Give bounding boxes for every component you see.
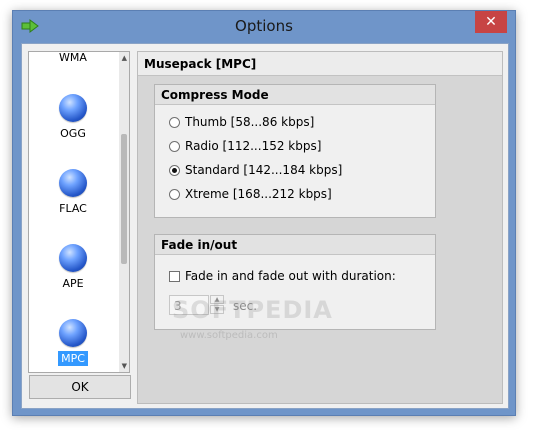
compress-mode-title: Compress Mode [155,85,435,105]
format-label: WMA [59,51,87,64]
list-item-flac[interactable]: FLAC [29,169,117,216]
format-ball-icon [59,244,87,272]
format-list[interactable]: WMA OGG FLAC APE MPC ▲ ▼ [28,51,130,373]
format-label: OGG [60,127,86,140]
scroll-down-icon[interactable]: ▼ [122,362,127,370]
radio-label: Thumb [58...86 kbps] [185,115,315,129]
panel-title: Musepack [MPC] [138,52,502,76]
watermark-url: www.softpedia.com [180,330,278,341]
list-item-ogg[interactable]: OGG [29,94,117,141]
scroll-thumb[interactable] [121,134,127,264]
radio-button[interactable] [169,165,180,176]
compress-mode-group: Compress Mode Thumb [58...86 kbps] Radio… [154,84,436,218]
ok-button[interactable]: OK [29,375,131,399]
radio-label: Xtreme [168...212 kbps] [185,187,332,201]
window-title: Options [235,17,293,35]
radio-button[interactable] [169,189,180,200]
radio-button[interactable] [169,117,180,128]
settings-panel: Musepack [MPC] Compress Mode Thumb [58..… [137,51,503,404]
fade-title: Fade in/out [155,235,435,255]
title-bar[interactable]: Options ✕ [13,11,515,41]
fade-checkbox-label: Fade in and fade out with duration: [185,269,396,283]
options-window: Options ✕ WMA OGG FLAC APE MPC ▲ ▼ OK Mu… [12,10,516,416]
fade-checkbox[interactable] [169,271,180,282]
radio-standard[interactable]: Standard [142...184 kbps] [169,163,342,177]
format-label: APE [62,277,84,290]
fade-checkbox-row[interactable]: Fade in and fade out with duration: [169,269,396,283]
watermark: SOFTPEDIA [172,296,333,324]
list-item-mpc[interactable]: MPC [29,319,117,366]
format-label: FLAC [59,202,87,215]
radio-xtreme[interactable]: Xtreme [168...212 kbps] [169,187,332,201]
format-ball-icon [59,169,87,197]
format-label: MPC [58,351,88,366]
format-ball-icon [59,319,87,347]
format-ball-icon [59,94,87,122]
list-item-wma[interactable]: WMA [29,51,117,65]
radio-radio[interactable]: Radio [112...152 kbps] [169,139,321,153]
radio-thumb[interactable]: Thumb [58...86 kbps] [169,115,314,129]
close-button[interactable]: ✕ [475,11,507,33]
radio-label: Radio [112...152 kbps] [185,139,322,153]
list-scrollbar[interactable]: ▲ ▼ [119,52,129,372]
radio-label: Standard [142...184 kbps] [185,163,343,177]
scroll-up-icon[interactable]: ▲ [122,54,127,62]
dialog-body: WMA OGG FLAC APE MPC ▲ ▼ OK Musepack [MP… [21,43,509,409]
list-item-ape[interactable]: APE [29,244,117,291]
radio-button[interactable] [169,141,180,152]
